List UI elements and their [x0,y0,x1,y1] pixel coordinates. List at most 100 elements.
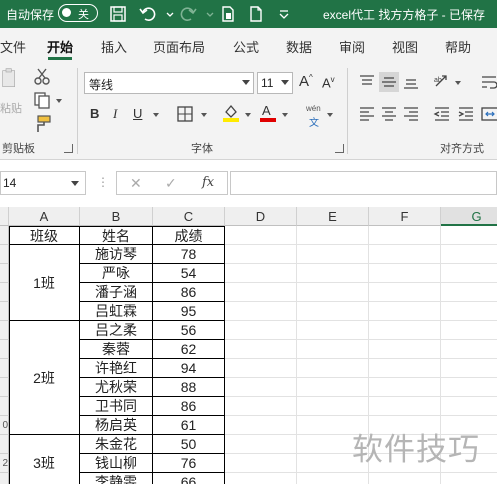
align-left-icon[interactable] [357,104,377,124]
orientation-icon[interactable]: ab [432,72,452,92]
tab-page-layout[interactable]: 页面布局 [153,37,205,56]
row-header[interactable] [0,283,9,302]
column-header-d[interactable]: D [225,207,297,226]
decrease-indent-icon[interactable] [432,104,452,124]
tab-formulas[interactable]: 公式 [233,37,259,56]
customize-toolbar-icon[interactable] [274,4,289,24]
score-cell[interactable]: 56 [153,321,225,340]
class-cell[interactable]: 1班 [9,245,80,321]
merge-center-icon[interactable] [480,104,497,124]
tab-view[interactable]: 视图 [392,37,418,56]
border-icon[interactable] [175,104,195,124]
row-header[interactable]: 2 [0,454,9,473]
student-name-cell[interactable]: 潘子涵 [80,283,153,302]
column-header-b[interactable]: B [80,207,153,226]
row-header[interactable] [0,226,9,245]
font-launcher-icon[interactable] [335,144,344,153]
student-name-cell[interactable]: 尤秋荣 [80,378,153,397]
underline-dropdown-icon[interactable] [153,113,159,117]
new-document-icon[interactable] [246,4,266,24]
score-cell[interactable]: 66 [153,473,225,484]
enter-icon[interactable]: ✓ [165,175,177,192]
copy-dropdown-icon[interactable] [56,99,62,103]
autosave-toggle[interactable]: 关 [58,4,98,22]
class-cell[interactable]: 3班 [9,435,80,484]
increase-font-size-icon[interactable]: A^ [299,73,313,90]
score-cell[interactable]: 78 [153,245,225,264]
font-color-dropdown-icon[interactable] [282,113,288,117]
insert-function-icon[interactable]: fx [202,175,214,190]
undo-dropdown-icon[interactable] [160,4,174,24]
class-cell[interactable]: 2班 [9,321,80,435]
italic-button[interactable]: I [113,106,117,122]
score-cell[interactable]: 61 [153,416,225,435]
column-header-f[interactable]: F [369,207,441,226]
fill-color-dropdown-icon[interactable] [245,113,251,117]
tab-home[interactable]: 开始 [47,37,73,56]
decrease-font-size-icon[interactable]: Av [322,75,335,90]
student-name-cell[interactable]: 吕之柔 [80,321,153,340]
row-header[interactable] [0,359,9,378]
score-cell[interactable]: 88 [153,378,225,397]
tab-insert[interactable]: 插入 [101,37,127,56]
tab-help[interactable]: 帮助 [445,37,471,56]
undo-icon[interactable] [138,4,158,24]
bold-button[interactable]: B [90,106,99,121]
font-color-icon[interactable]: A [258,102,278,122]
score-cell[interactable]: 94 [153,359,225,378]
student-name-cell[interactable]: 吕虹霖 [80,302,153,321]
header-name[interactable]: 姓名 [80,226,153,245]
student-name-cell[interactable]: 朱金花 [80,435,153,454]
select-all-corner[interactable] [0,207,9,226]
row-header[interactable] [0,340,9,359]
tab-file[interactable]: 文件 [0,37,26,56]
phonetic-dropdown-icon[interactable] [327,113,333,117]
student-name-cell[interactable]: 卫书同 [80,397,153,416]
row-header[interactable] [0,378,9,397]
redo-dropdown-icon[interactable] [200,4,214,24]
copy-icon[interactable] [32,90,52,110]
underline-button[interactable]: U [133,106,142,121]
drag-handle-icon[interactable]: ⋮ [97,175,109,189]
score-cell[interactable]: 86 [153,397,225,416]
score-cell[interactable]: 54 [153,264,225,283]
column-header-c[interactable]: C [153,207,225,226]
student-name-cell[interactable]: 秦蓉 [80,340,153,359]
align-middle-icon[interactable] [379,72,399,92]
border-dropdown-icon[interactable] [201,113,207,117]
redo-icon[interactable] [178,4,198,24]
row-header[interactable] [0,302,9,321]
align-right-icon[interactable] [401,104,421,124]
format-painter-doc-icon[interactable] [218,4,238,24]
clipboard-launcher-icon[interactable] [64,144,73,153]
row-header[interactable] [0,397,9,416]
header-score[interactable]: 成绩 [153,226,225,245]
row-header[interactable] [0,321,9,340]
score-cell[interactable]: 50 [153,435,225,454]
wrap-text-icon[interactable] [480,72,497,92]
save-icon[interactable] [108,4,128,24]
tab-data[interactable]: 数据 [286,37,312,56]
column-header-a[interactable]: A [9,207,80,226]
score-cell[interactable]: 86 [153,283,225,302]
column-header-g[interactable]: G [441,207,497,226]
score-cell[interactable]: 62 [153,340,225,359]
student-name-cell[interactable]: 施访琴 [80,245,153,264]
cancel-icon[interactable]: ✕ [130,175,142,192]
header-class[interactable]: 班级 [9,226,80,245]
cut-icon[interactable] [32,66,52,86]
font-name-select[interactable]: 等线 [84,72,254,94]
column-header-e[interactable]: E [297,207,369,226]
student-name-cell[interactable]: 李静雯 [80,473,153,484]
row-header[interactable]: 0 [0,416,9,435]
student-name-cell[interactable]: 杨启英 [80,416,153,435]
paste-icon[interactable] [0,68,26,98]
increase-indent-icon[interactable] [456,104,476,124]
score-cell[interactable]: 76 [153,454,225,473]
font-size-select[interactable]: 11 [257,72,293,94]
align-bottom-icon[interactable] [401,72,421,92]
student-name-cell[interactable]: 许艳红 [80,359,153,378]
tab-review[interactable]: 审阅 [339,37,365,56]
row-header[interactable] [0,473,9,484]
orientation-dropdown-icon[interactable] [455,81,461,85]
